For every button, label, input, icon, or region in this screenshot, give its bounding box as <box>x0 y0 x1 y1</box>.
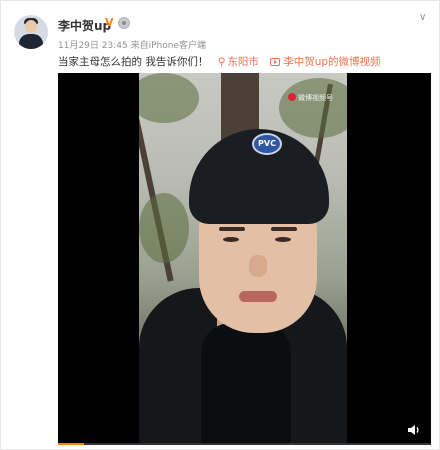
beanie-hat: PVC <box>189 129 329 224</box>
post-time[interactable]: 11月29日 23:45 <box>58 41 128 51</box>
video-link[interactable]: 李中贺up的微博视频 <box>270 56 381 68</box>
nose <box>249 255 267 277</box>
username[interactable]: 李中贺up <box>58 17 111 34</box>
post-body: 当家主母怎么拍的 我告诉你们！ <box>58 56 209 68</box>
foliage <box>139 73 199 123</box>
weibo-logo-icon <box>288 93 296 101</box>
verified-v-icon: V <box>105 16 114 29</box>
video-player[interactable]: PVC 微博视频号 <box>58 73 431 445</box>
post-text: 当家主母怎么拍的 我告诉你们！ ⚲ 东阳市 李中贺up的微博视频 <box>58 54 381 69</box>
foliage <box>139 193 189 263</box>
video-icon <box>270 58 281 66</box>
right-eye <box>275 237 291 242</box>
sweater-collar <box>201 323 291 445</box>
post-meta: 11月29日 23:45 来自iPhone客户端 <box>58 38 206 51</box>
location-link[interactable]: ⚲ 东阳市 <box>218 56 259 68</box>
mouth <box>239 291 277 302</box>
video-progress-fill <box>58 443 85 445</box>
avatar-head <box>25 20 37 33</box>
chevron-down-icon[interactable]: ∨ <box>419 13 429 23</box>
level-badge-icon[interactable] <box>118 17 130 29</box>
left-brow <box>219 227 245 231</box>
volume-icon[interactable] <box>407 423 421 437</box>
video-progress-bar[interactable] <box>58 443 431 445</box>
foliage <box>279 78 347 138</box>
post-source: 来自iPhone客户端 <box>130 41 206 51</box>
avatar-body <box>19 34 43 49</box>
video-link-label: 李中贺up的微博视频 <box>283 56 381 68</box>
right-brow <box>271 227 297 231</box>
left-eye <box>223 237 239 242</box>
video-watermark: 微博视频号 <box>288 93 333 103</box>
location-label: 东阳市 <box>227 56 259 68</box>
location-pin-icon: ⚲ <box>217 56 226 68</box>
cap-logo: PVC <box>252 133 282 155</box>
weibo-post-card: 李中贺up V ∨ 11月29日 23:45 来自iPhone客户端 当家主母怎… <box>0 0 440 450</box>
video-frame: PVC 微博视频号 <box>139 73 347 445</box>
avatar[interactable] <box>14 15 48 49</box>
watermark-label: 微博视频号 <box>298 94 333 102</box>
